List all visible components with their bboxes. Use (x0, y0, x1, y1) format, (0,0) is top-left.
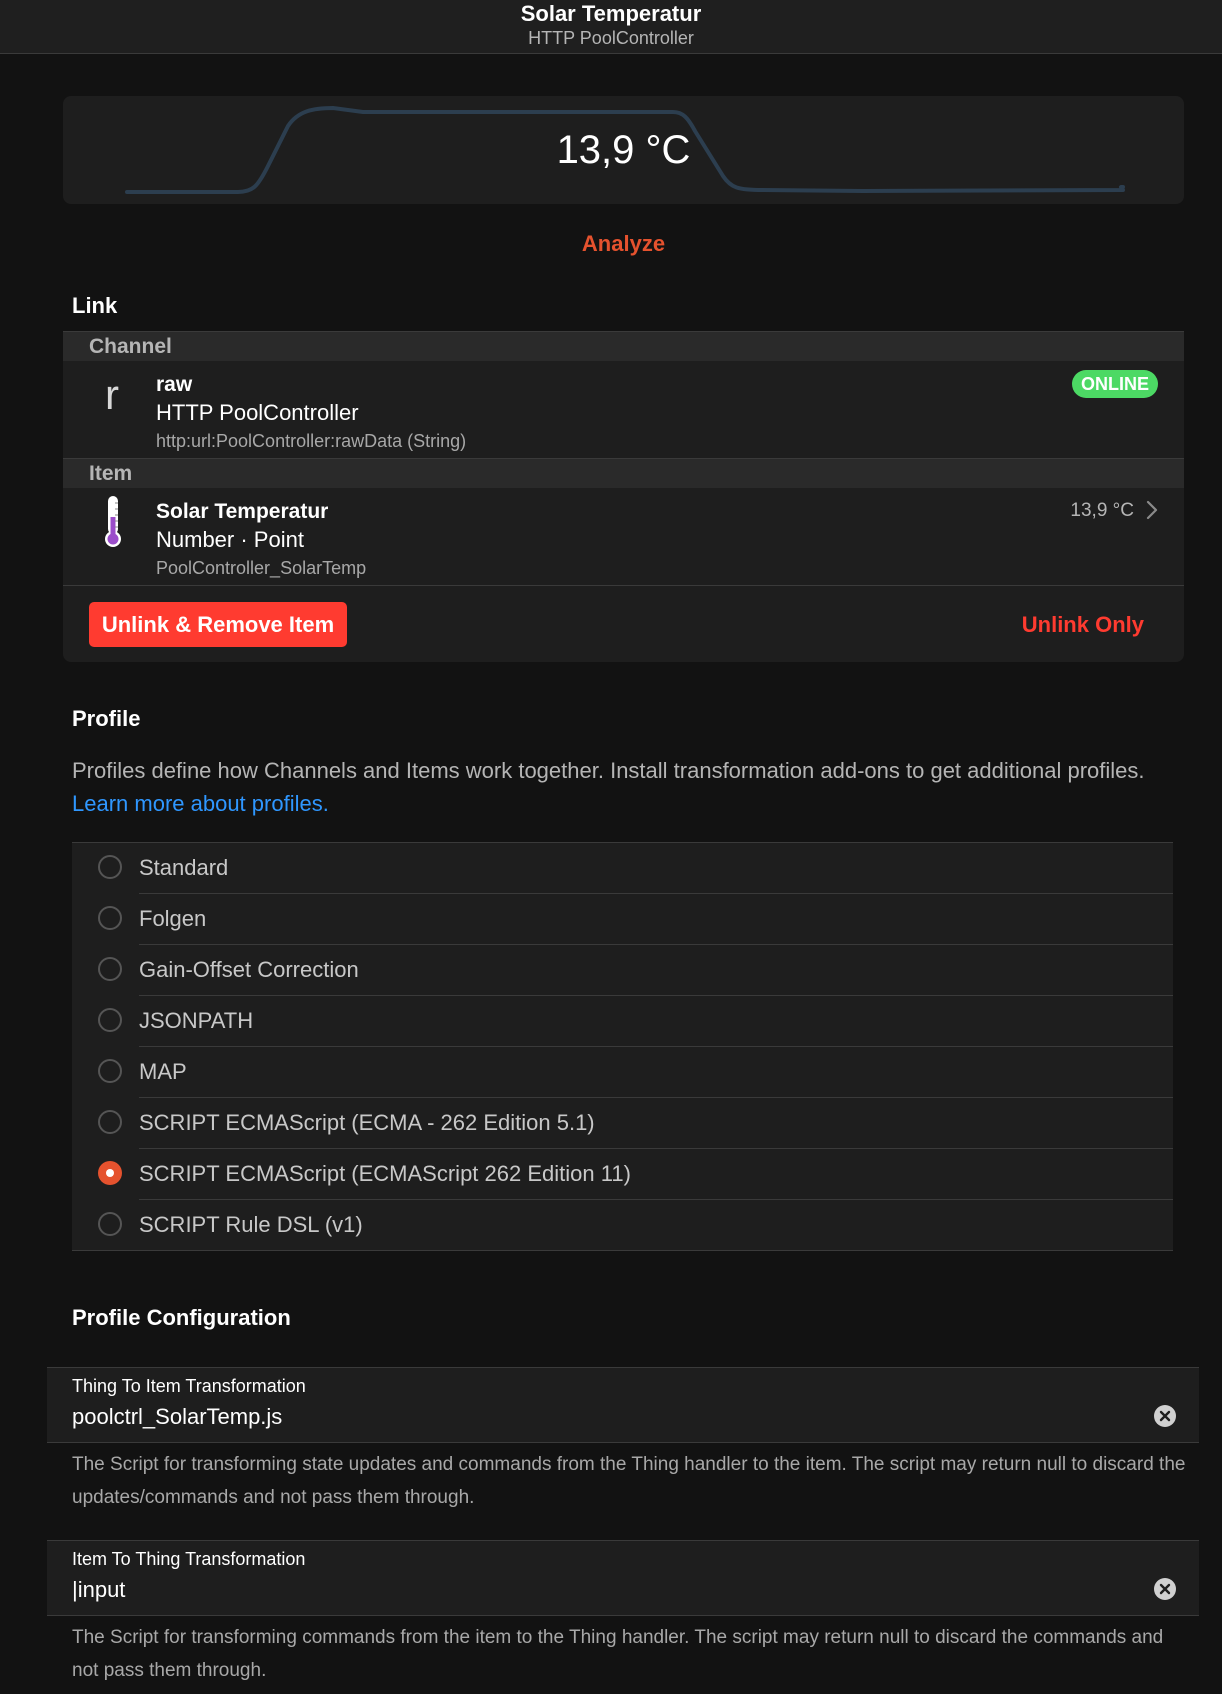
profile-radio-list: Standard Folgen Gain-Offset Correction J… (72, 842, 1173, 1251)
field-label: Item To Thing Transformation (72, 1549, 306, 1569)
profile-option-label: SCRIPT Rule DSL (v1) (139, 1212, 363, 1237)
thing-to-item-input[interactable] (72, 1402, 1122, 1432)
state-value: 13,9 °C (556, 128, 691, 172)
item-name: PoolController_SolarTemp (156, 558, 367, 578)
thing-to-item-field: Thing To Item Transformation (47, 1367, 1199, 1443)
radio-button[interactable] (98, 1212, 122, 1236)
clear-icon[interactable] (1153, 1404, 1177, 1428)
status-badge: ONLINE (1071, 370, 1158, 398)
radio-button-selected[interactable] (98, 1161, 122, 1185)
profile-config-section-title: Profile Configuration (72, 1305, 291, 1330)
thermometer-icon (105, 496, 121, 547)
item-group-header: Item (63, 459, 1184, 488)
profile-option-label: JSONPATH (139, 1008, 254, 1033)
channel-title: raw (156, 373, 193, 396)
profile-option-label: SCRIPT ECMAScript (ECMAScript 262 Editio… (139, 1161, 631, 1186)
chevron-right-icon (1146, 500, 1158, 520)
profile-option-label: Folgen (139, 906, 207, 931)
clear-icon[interactable] (1153, 1577, 1177, 1601)
radio-button[interactable] (98, 1110, 122, 1134)
channel-group-header: Channel (63, 332, 1184, 361)
field-label: Thing To Item Transformation (72, 1376, 306, 1396)
navbar: Solar Temperatur HTTP PoolController (0, 0, 1222, 54)
channel-subtitle: HTTP PoolController (156, 400, 359, 425)
learn-more-profiles-link[interactable]: Learn more about profiles. (72, 791, 329, 816)
link-card: Channel r raw HTTP PoolController http:u… (63, 331, 1184, 662)
channel-row: r raw HTTP PoolController http:url:PoolC… (63, 361, 1184, 458)
profile-option-map[interactable]: MAP (72, 1047, 1173, 1098)
item-title: Solar Temperatur (156, 500, 329, 523)
profile-option-label: Standard (139, 855, 229, 880)
profile-option-standard[interactable]: Standard (72, 843, 1173, 894)
link-section-title: Link (72, 293, 118, 318)
profile-description-text: Profiles define how Channels and Items w… (72, 758, 1145, 783)
profile-option-ecma-5-1[interactable]: SCRIPT ECMAScript (ECMA - 262 Edition 5.… (72, 1098, 1173, 1149)
state-trend-card[interactable]: 13,9 °C (63, 96, 1184, 204)
page-title: Solar Temperatur (520, 1, 702, 26)
item-to-thing-field: Item To Thing Transformation (47, 1540, 1199, 1616)
radio-button[interactable] (98, 855, 122, 879)
unlink-only-button[interactable]: Unlink Only (1022, 602, 1144, 647)
profile-section-title: Profile (72, 706, 141, 731)
divider (63, 585, 1184, 586)
channel-icon: r (105, 371, 119, 418)
unlink-remove-item-button[interactable]: Unlink & Remove Item (89, 602, 347, 647)
radio-button[interactable] (98, 957, 122, 981)
radio-button[interactable] (98, 1059, 122, 1083)
analyze-button[interactable]: Analyze (0, 231, 1222, 257)
item-type: Number · Point (156, 527, 304, 552)
radio-button[interactable] (98, 906, 122, 930)
radio-button[interactable] (98, 1008, 122, 1032)
profile-option-label: MAP (139, 1059, 187, 1084)
item-row[interactable]: Solar Temperatur Number · Point PoolCont… (63, 488, 1184, 585)
profile-option-label: Gain-Offset Correction (139, 957, 359, 982)
profile-option-rule-dsl[interactable]: SCRIPT Rule DSL (v1) (72, 1200, 1173, 1251)
item-state: 13,9 °C (1070, 500, 1134, 521)
channel-uid: http:url:PoolController:rawData (String) (156, 431, 467, 451)
profile-option-label: SCRIPT ECMAScript (ECMA - 262 Edition 5.… (139, 1110, 595, 1135)
page-subtitle: HTTP PoolController (528, 28, 694, 48)
profile-option-gain-offset[interactable]: Gain-Offset Correction (72, 945, 1173, 996)
profile-option-jsonpath[interactable]: JSONPATH (72, 996, 1173, 1047)
profile-option-folgen[interactable]: Folgen (72, 894, 1173, 945)
item-to-thing-input[interactable] (72, 1575, 1122, 1605)
thing-to-item-info: The Script for transforming state update… (72, 1454, 1186, 1508)
profile-description: Profiles define how Channels and Items w… (72, 754, 1192, 820)
profile-option-ecma-11[interactable]: SCRIPT ECMAScript (ECMAScript 262 Editio… (72, 1149, 1173, 1200)
item-to-thing-info: The Script for transforming commands fro… (72, 1627, 1164, 1681)
